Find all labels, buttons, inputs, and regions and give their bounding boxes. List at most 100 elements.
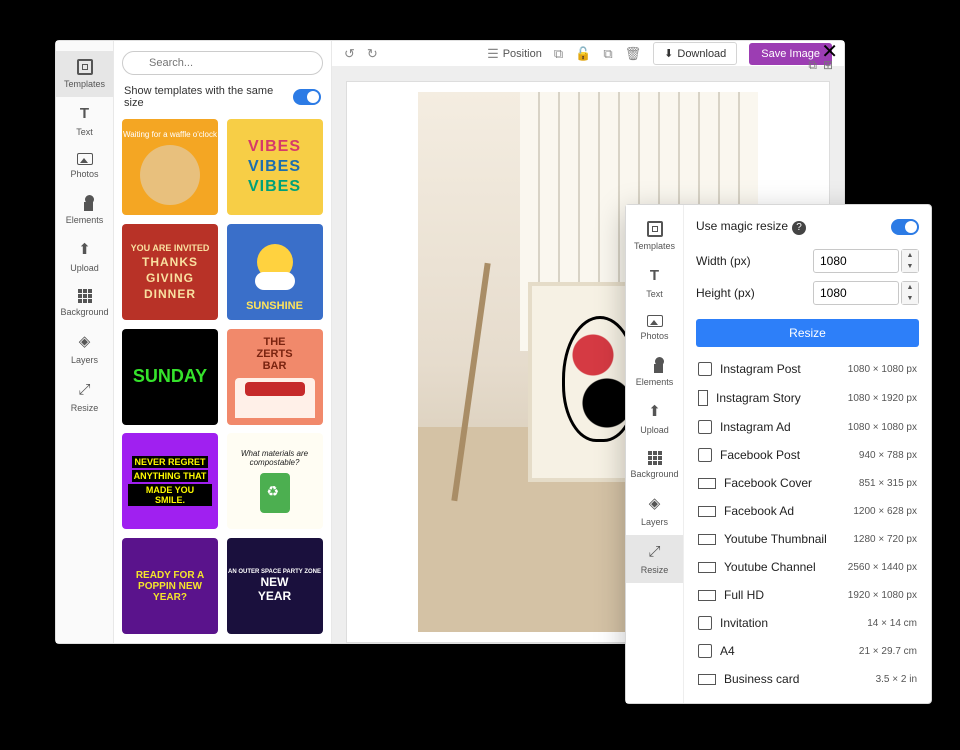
rail-label: Layers (71, 355, 98, 365)
preset-list[interactable]: Instagram Post1080 × 1080 pxInstagram St… (696, 355, 919, 703)
preset-name: Facebook Post (720, 448, 800, 462)
add-page-icon[interactable]: ⊞ (823, 58, 833, 73)
search-input[interactable] (122, 51, 323, 75)
template-thumb[interactable]: AN OUTER SPACE PARTY ZONENEWYEAR (227, 538, 323, 634)
preset-item[interactable]: Business card3.5 × 2 in (696, 665, 919, 693)
elements-icon (77, 195, 93, 211)
template-thumb[interactable]: YOU ARE INVITEDTHANKSGIVINGDINNER (122, 224, 218, 320)
width-stepper[interactable]: ▲▼ (901, 249, 919, 273)
height-stepper[interactable]: ▲▼ (901, 281, 919, 305)
preset-shape-icon (698, 448, 712, 462)
preset-item[interactable]: Instagram Story1080 × 1920 px (696, 383, 919, 413)
undo-icon[interactable]: ↺ (344, 46, 355, 62)
trash-icon[interactable]: 🗑 (625, 46, 642, 62)
rail-item-upload[interactable]: ⬆ Upload (56, 233, 113, 281)
preset-item[interactable]: Instagram Ad 1080 × 1080 px (696, 413, 919, 441)
rail-item-text[interactable]: TText (626, 259, 683, 307)
rail-item-photos[interactable]: Photos (56, 145, 113, 187)
height-input[interactable] (813, 281, 899, 305)
rail-label: Upload (70, 263, 99, 273)
template-thumb[interactable]: Waiting for a waffle o'clock (122, 119, 218, 215)
preset-item[interactable]: Full HD1920 × 1080 px (696, 581, 919, 609)
side-rail: Templates T Text Photos Elements ⬆ Uploa… (56, 41, 114, 643)
rail-item-templates[interactable]: Templates (56, 51, 113, 97)
rail-item-resize[interactable]: ⤢Resize (626, 535, 683, 583)
crop-icon[interactable]: ⧉ (554, 46, 563, 62)
template-thumb[interactable]: READY FOR APOPPIN NEWYEAR? (122, 538, 218, 634)
preset-name: Facebook Ad (724, 504, 794, 518)
duplicate-page-icon[interactable]: ⧉ (808, 58, 817, 73)
chevron-down-icon[interactable]: ▼ (902, 293, 918, 304)
template-thumb[interactable]: THEZERTSBAR (227, 329, 323, 425)
width-input[interactable] (813, 249, 899, 273)
layers-stack-icon: ☰ (487, 46, 499, 62)
height-label: Height (px) (696, 286, 755, 300)
rail-item-background[interactable]: Background (626, 443, 683, 487)
preset-shape-icon (698, 616, 712, 630)
template-thumb[interactable]: NEVER REGRETANYTHING THATMADE YOU SMILE. (122, 433, 218, 529)
rail-label: Elements (66, 215, 104, 225)
rail-item-layers[interactable]: ◈Layers (626, 487, 683, 535)
preset-item[interactable]: Facebook Post 940 × 788 px (696, 441, 919, 469)
preset-item[interactable]: Facebook Ad1200 × 628 px (696, 497, 919, 525)
thumb-caption: Waiting for a waffle o'clock (123, 130, 217, 139)
chevron-up-icon[interactable]: ▲ (902, 250, 918, 261)
template-thumb[interactable]: SUNDAY (122, 329, 218, 425)
templates-grid[interactable]: Waiting for a waffle o'clock VIBESVIBESV… (114, 119, 331, 643)
photos-icon (77, 153, 93, 165)
text-icon: T (76, 105, 94, 123)
templates-panel: 🔍 Show templates with the same size Wait… (114, 41, 332, 643)
preset-shape-icon (698, 534, 716, 545)
rail-item-layers[interactable]: ◈ Layers (56, 325, 113, 373)
chevron-up-icon[interactable]: ▲ (902, 282, 918, 293)
preset-shape-icon (698, 644, 712, 658)
redo-icon[interactable]: ↻ (367, 46, 378, 62)
template-thumb[interactable]: What materials are compostable? (227, 433, 323, 529)
preset-name: Instagram Story (716, 391, 801, 405)
lock-icon[interactable]: 🔓 (575, 46, 591, 62)
preset-dimensions: 940 × 788 px (859, 450, 917, 461)
preset-name: Instagram Ad (720, 420, 791, 434)
preset-dimensions: 1280 × 720 px (853, 534, 917, 545)
rail-item-photos[interactable]: Photos (626, 307, 683, 349)
help-icon[interactable]: ? (792, 221, 806, 235)
layers-icon: ◈ (646, 495, 664, 513)
preset-item[interactable]: Invitation14 × 14 cm (696, 609, 919, 637)
rail-item-background[interactable]: Background (56, 281, 113, 325)
background-icon (78, 289, 92, 303)
elements-icon (647, 357, 663, 373)
template-thumb[interactable]: VIBESVIBESVIBES (227, 119, 323, 215)
resize-panel-rail: Templates TText Photos Elements ⬆Upload … (626, 205, 684, 703)
template-thumb[interactable]: SUNSHINE (227, 224, 323, 320)
preset-item[interactable]: A421 × 29.7 cm (696, 637, 919, 665)
preset-shape-icon (698, 478, 716, 489)
chevron-down-icon[interactable]: ▼ (902, 261, 918, 272)
upload-icon: ⬆ (646, 403, 664, 421)
upload-icon: ⬆ (76, 241, 94, 259)
rail-item-templates[interactable]: Templates (626, 213, 683, 259)
rail-item-elements[interactable]: Elements (626, 349, 683, 395)
templates-icon (647, 221, 663, 237)
preset-item[interactable]: Instagram Post1080 × 1080 px (696, 355, 919, 383)
rail-item-text[interactable]: T Text (56, 97, 113, 145)
rail-item-elements[interactable]: Elements (56, 187, 113, 233)
preset-item[interactable]: Youtube Channel2560 × 1440 px (696, 553, 919, 581)
preset-name: Instagram Post (720, 362, 801, 376)
resize-button[interactable]: Resize (696, 319, 919, 347)
position-button[interactable]: ☰Position (487, 46, 542, 62)
preset-item[interactable]: Facebook Cover851 × 315 px (696, 469, 919, 497)
preset-dimensions: 1080 × 1080 px (848, 422, 917, 433)
download-button[interactable]: ⬇Download (653, 42, 737, 65)
same-size-toggle[interactable] (293, 89, 321, 105)
preset-name: Youtube Channel (724, 560, 816, 574)
magic-resize-toggle[interactable] (891, 219, 919, 235)
rail-label: Templates (64, 79, 105, 89)
rail-item-upload[interactable]: ⬆Upload (626, 395, 683, 443)
copy-icon[interactable]: ⧉ (603, 46, 612, 62)
preset-dimensions: 14 × 14 cm (867, 618, 917, 629)
rail-label: Photos (70, 169, 98, 179)
preset-item[interactable]: Youtube Thumbnail1280 × 720 px (696, 525, 919, 553)
preset-shape-icon (698, 590, 716, 601)
rail-label: Background (60, 307, 108, 317)
rail-item-resize[interactable]: ⤢ Resize (56, 373, 113, 421)
